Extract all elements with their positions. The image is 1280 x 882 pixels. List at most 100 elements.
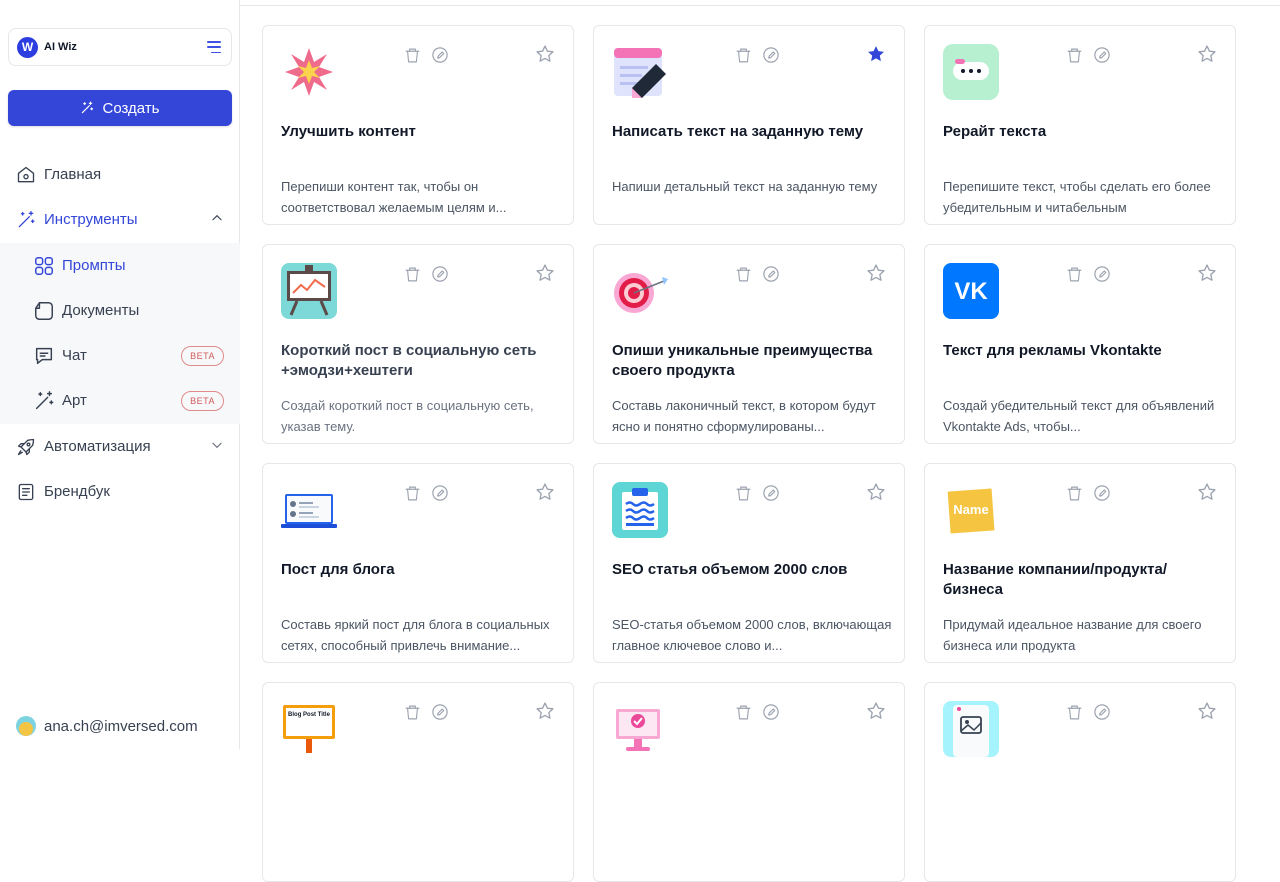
laptop-icon — [281, 482, 337, 538]
trash-icon[interactable] — [1065, 484, 1083, 502]
edit-icon[interactable] — [431, 265, 449, 283]
tools-submenu: Промпты Документы Чат BETA Арт BETA — [0, 243, 240, 424]
prompt-card[interactable] — [593, 682, 905, 882]
prompt-card[interactable]: VK Текст для рекламы Vkontakte Создай убед… — [924, 244, 1236, 444]
card-title: Улучшить контент — [281, 123, 416, 140]
prompt-card[interactable]: Улучшить контент Перепиши контент так, чт… — [262, 25, 574, 225]
prompt-card[interactable]: Написать текст на заданную тему Напиши де… — [593, 25, 905, 225]
edit-icon[interactable] — [431, 46, 449, 64]
sub-item-documents[interactable]: Документы — [0, 288, 240, 333]
create-button[interactable]: Создать — [8, 90, 232, 126]
trash-icon[interactable] — [1065, 703, 1083, 721]
notepad-pencil-icon — [612, 44, 668, 100]
star-icon[interactable] — [1197, 44, 1217, 64]
collapse-menu-icon[interactable] — [207, 41, 221, 53]
nav-item-label: Инструменты — [44, 211, 138, 228]
beta-badge: BETA — [181, 391, 224, 411]
sidebar: W AI Wiz Создать Главная Инструменты Про… — [0, 0, 240, 749]
create-button-label: Создать — [102, 99, 160, 117]
card-title: Рерайт текста — [943, 123, 1047, 140]
prompt-card[interactable]: Короткий пост в социальную сеть +эмодзи+… — [262, 244, 574, 444]
magic-wand-icon — [16, 210, 36, 230]
trash-icon[interactable] — [403, 265, 421, 283]
trash-icon[interactable] — [734, 484, 752, 502]
nav-item-brandbook[interactable]: Брендбук — [0, 469, 240, 514]
star-icon[interactable] — [866, 701, 886, 721]
star-filled-icon[interactable] — [866, 44, 886, 64]
vk-logo-icon: VK — [943, 263, 999, 319]
card-title: Пост для блога — [281, 561, 395, 578]
edit-icon[interactable] — [762, 703, 780, 721]
edit-icon[interactable] — [1093, 484, 1111, 502]
prompt-card[interactable]: Пост для блога Составь яркий пост для бло… — [262, 463, 574, 663]
card-description: Создай убедительный текст для объявлений… — [943, 398, 1215, 434]
card-title: Короткий пост в социальную сеть +эмодзи+… — [281, 342, 537, 379]
star-icon[interactable] — [535, 701, 555, 721]
card-description: Перепиши контент так, чтобы он соответст… — [281, 179, 507, 215]
edit-icon[interactable] — [431, 703, 449, 721]
edit-icon[interactable] — [762, 265, 780, 283]
sub-item-label: Арт — [62, 392, 87, 409]
avatar — [16, 716, 36, 736]
magic-wand-icon — [82, 101, 94, 114]
presentation-board-icon — [281, 263, 337, 319]
trash-icon[interactable] — [1065, 265, 1083, 283]
card-description: Создай короткий пост в социальную сеть, … — [281, 398, 534, 434]
prompt-card[interactable]: Blog Post Title — [262, 682, 574, 882]
user-profile[interactable]: ana.ch@imversed.com — [16, 716, 198, 736]
clipboard-waves-icon — [612, 482, 668, 538]
star-icon[interactable] — [866, 263, 886, 283]
nav-item-automation[interactable]: Автоматизация — [0, 424, 240, 469]
svg-text:VK: VK — [954, 278, 988, 305]
prompt-card[interactable]: Рерайт текста Перепишите текст, чтобы сде… — [924, 25, 1236, 225]
nav-item-tools[interactable]: Инструменты — [0, 197, 240, 242]
card-description: SEO-статья объемом 2000 слов, включающая… — [612, 617, 892, 653]
sub-item-prompts[interactable]: Промпты — [0, 243, 240, 288]
star-icon[interactable] — [535, 263, 555, 283]
edit-icon[interactable] — [762, 46, 780, 64]
home-icon — [16, 165, 36, 185]
prompt-card[interactable]: Опиши уникальные преимущества своего про… — [593, 244, 905, 444]
card-title: Текст для рекламы Vkontakte — [943, 342, 1162, 359]
card-description: Придумай идеальное название для своего б… — [943, 617, 1202, 653]
top-divider — [240, 5, 1280, 6]
star-icon[interactable] — [1197, 701, 1217, 721]
workspace-name: AI Wiz — [44, 41, 77, 53]
card-description: Составь яркий пост для блога в социальны… — [281, 617, 550, 653]
star-icon[interactable] — [866, 482, 886, 502]
trash-icon[interactable] — [734, 265, 752, 283]
trash-icon[interactable] — [1065, 46, 1083, 64]
prompt-card[interactable]: SEO статья объемом 2000 слов SEO-статья о… — [593, 463, 905, 663]
workspace-logo-icon: W — [17, 36, 38, 58]
star-icon[interactable] — [535, 482, 555, 502]
prompt-card[interactable] — [924, 682, 1236, 882]
name-tag-text: Name — [953, 502, 988, 517]
edit-icon[interactable] — [1093, 46, 1111, 64]
target-dart-icon — [612, 263, 668, 319]
edit-icon[interactable] — [1093, 703, 1111, 721]
star-icon[interactable] — [1197, 263, 1217, 283]
rocket-icon — [16, 437, 36, 457]
edit-icon[interactable] — [431, 484, 449, 502]
sub-item-art[interactable]: Арт BETA — [0, 378, 240, 423]
nav-item-label: Брендбук — [44, 483, 110, 500]
card-description: Напиши детальный текст на заданную тему — [612, 179, 878, 194]
sub-item-chat[interactable]: Чат BETA — [0, 333, 240, 378]
trash-icon[interactable] — [403, 46, 421, 64]
star-icon[interactable] — [1197, 482, 1217, 502]
trash-icon[interactable] — [403, 484, 421, 502]
grid-icon — [33, 255, 55, 277]
workspace-switcher[interactable]: W AI Wiz — [8, 28, 232, 66]
edit-icon[interactable] — [762, 484, 780, 502]
chevron-up-icon[interactable] — [210, 211, 224, 225]
nav-item-label: Автоматизация — [44, 438, 151, 455]
chevron-down-icon[interactable] — [210, 438, 224, 452]
trash-icon[interactable] — [403, 703, 421, 721]
star-icon[interactable] — [535, 44, 555, 64]
trash-icon[interactable] — [734, 703, 752, 721]
edit-icon[interactable] — [1093, 265, 1111, 283]
prompt-card[interactable]: Name Название компании/продукта/бизнеса Пр… — [924, 463, 1236, 663]
chat-bubble-icon — [943, 44, 999, 100]
nav-item-home[interactable]: Главная — [0, 152, 240, 197]
trash-icon[interactable] — [734, 46, 752, 64]
